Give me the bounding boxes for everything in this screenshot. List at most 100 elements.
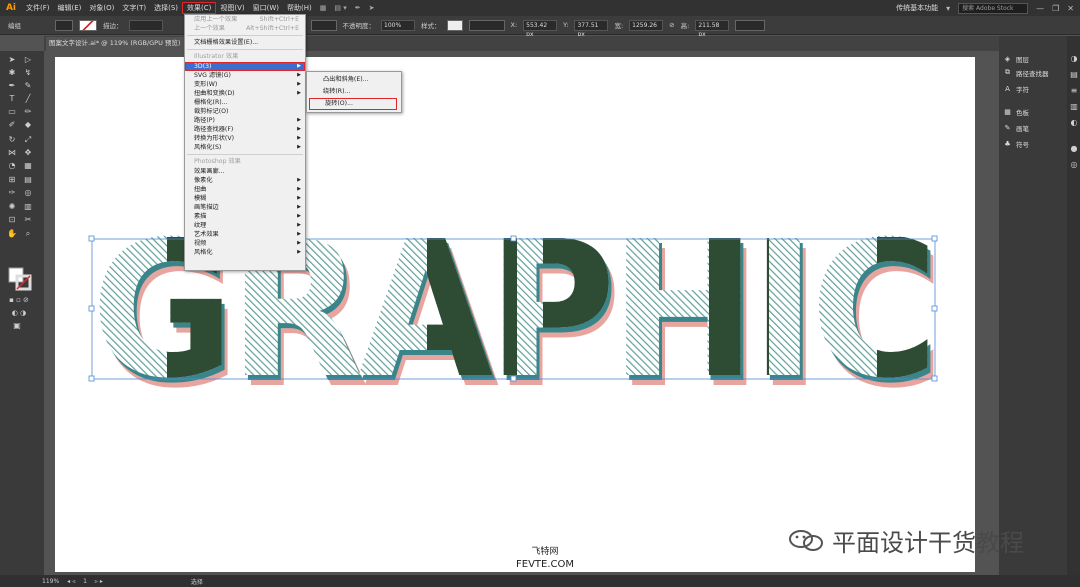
menu-item-path[interactable]: 路径(P) ▶ <box>185 116 305 125</box>
shaper-tool-icon[interactable]: ✐ <box>7 120 17 130</box>
x-field[interactable]: 553.42 px <box>523 19 558 38</box>
eraser-tool-icon[interactable]: ◆ <box>23 120 33 130</box>
type-tool-icon[interactable]: T <box>7 94 17 104</box>
appearance-panel-icon[interactable]: ● <box>1069 144 1079 154</box>
menu-item-effect-gallery[interactable]: 效果画廊... <box>185 167 305 176</box>
direct-selection-tool-icon[interactable]: ▷ <box>23 55 33 65</box>
column-graph-icon[interactable]: ▥ <box>23 202 33 212</box>
panel-symbols[interactable]: ♣ 符号 <box>1003 137 1029 150</box>
fill-swatch[interactable] <box>55 19 73 31</box>
menu-item-convert-to-shape[interactable]: 转换为形状(V) ▶ <box>185 134 305 143</box>
menu-item-brush-strokes[interactable]: 画笔描边 ▶ <box>185 203 305 212</box>
menu-effect[interactable]: 效果(C) <box>182 2 217 14</box>
stroke-width-field[interactable] <box>128 19 163 31</box>
menu-item-blur[interactable]: 模糊 ▶ <box>185 194 305 203</box>
free-transform-icon[interactable]: ✥ <box>23 148 33 158</box>
menu-item-extrude-bevel[interactable]: 凸出和斜角(E)... <box>307 74 401 86</box>
menu-item-distort-transform[interactable]: 扭曲和变换(D) ▶ <box>185 89 305 98</box>
fill-stroke-icon[interactable] <box>8 267 32 291</box>
page-number[interactable]: 1 <box>83 578 87 585</box>
link-proportions-icon[interactable]: ⊘ <box>669 21 674 29</box>
minimize-icon[interactable]: — <box>1036 4 1044 13</box>
hand-tool-icon[interactable]: ✋ <box>7 229 17 239</box>
menu-item-stylize-ps[interactable]: 风格化 ▶ <box>185 248 305 257</box>
width-field[interactable]: 1259.26 <box>629 19 664 31</box>
close-icon[interactable]: ✕ <box>1067 4 1074 13</box>
document-tab[interactable]: 图案文字设计.ai* @ 119% (RGB/GPU 预览) <box>46 37 186 51</box>
page-nav-icon[interactable]: ◂ ◃ <box>67 578 75 585</box>
y-field[interactable]: 377.51 px <box>574 19 609 38</box>
curvature-tool-icon[interactable]: ✎ <box>23 81 33 91</box>
menu-item-artistic[interactable]: 艺术效果 ▶ <box>185 230 305 239</box>
selection-tool-icon[interactable]: ➤ <box>7 55 17 65</box>
menu-edit[interactable]: 编辑(E) <box>54 3 86 13</box>
menu-help[interactable]: 帮助(H) <box>283 3 316 13</box>
menu-item-distort[interactable]: 扭曲 ▶ <box>185 185 305 194</box>
menu-item-warp[interactable]: 变形(W) ▶ <box>185 80 305 89</box>
pen-tool-icon[interactable]: ✒ <box>7 81 17 91</box>
blend-tool-icon[interactable]: ◎ <box>23 188 33 198</box>
color-mode-icon[interactable]: ▪ ▫ ⊘ <box>4 295 34 305</box>
panel-swatches[interactable]: ▦ 色板 <box>1003 105 1029 118</box>
arrange-icon[interactable]: ▤ ▾ <box>330 4 350 12</box>
panel-pathfinder[interactable]: ⧉ 路径查找器 <box>1003 66 1049 79</box>
transparency-panel-icon[interactable]: ◐ <box>1069 118 1079 128</box>
panel-brushes[interactable]: ✎ 画笔 <box>1003 121 1029 134</box>
stroke-panel-icon[interactable]: ≡ <box>1069 86 1079 96</box>
menu-item-crop-marks[interactable]: 裁剪标记(O) <box>185 107 305 116</box>
bridge-icon[interactable]: ▦ <box>316 4 331 12</box>
color-panel-icon[interactable]: ◑ <box>1069 54 1079 64</box>
menu-item-raster-settings[interactable]: 文档栅格效果设置(E)... <box>185 38 305 47</box>
menu-file[interactable]: 文件(F) <box>22 3 54 13</box>
menu-item-rasterize[interactable]: 栅格化(R)... <box>185 98 305 107</box>
width-tool-icon[interactable]: ⋈ <box>7 148 17 158</box>
menu-item-3d[interactable]: 3D(3) ▶ <box>185 62 305 71</box>
menu-item-texture[interactable]: 纹理 ▶ <box>185 221 305 230</box>
zoom-tool-icon[interactable]: ⌕ <box>23 229 33 239</box>
scale-tool-icon[interactable]: ⤢ <box>23 135 33 145</box>
eyedropper-tool-icon[interactable]: ✑ <box>7 188 17 198</box>
graphic-style-swatch[interactable] <box>446 19 463 31</box>
line-tool-icon[interactable]: ╱ <box>23 94 33 104</box>
panel-character[interactable]: A 字符 <box>1003 82 1029 95</box>
page-nav-next-icon[interactable]: ▹ ▸ <box>95 578 103 585</box>
menu-item-rotate[interactable]: 旋转(O)... <box>309 98 397 110</box>
mesh-tool-icon[interactable]: ⊞ <box>7 175 17 185</box>
menu-item-pixelate[interactable]: 像素化 ▶ <box>185 176 305 185</box>
brush-icon[interactable]: ✒ <box>351 4 365 12</box>
color-guide-icon[interactable]: ▤ <box>1069 70 1079 80</box>
maximize-icon[interactable]: ❐ <box>1052 4 1059 13</box>
lasso-tool-icon[interactable]: ↯ <box>23 68 33 78</box>
panel-layers[interactable]: ◈ 图层 <box>1003 52 1029 65</box>
rectangle-tool-icon[interactable]: ▭ <box>7 107 17 117</box>
menu-item-revolve[interactable]: 绕转(R)... <box>307 86 401 98</box>
transform-icon[interactable] <box>735 19 766 31</box>
slice-tool-icon[interactable]: ✂ <box>23 215 33 225</box>
menu-item-sketch[interactable]: 素描 ▶ <box>185 212 305 221</box>
menu-item-stylize-ai[interactable]: 风格化(S) ▶ <box>185 143 305 152</box>
menu-item-apply-last-effect[interactable]: 应用上一个效果 Shift+Ctrl+E <box>185 15 305 24</box>
send-icon[interactable]: ➤ <box>365 4 379 12</box>
menu-select[interactable]: 选择(S) <box>150 3 182 13</box>
artboard-tool-icon[interactable]: ⊡ <box>7 215 17 225</box>
chevron-down-icon[interactable]: ▾ <box>946 4 950 13</box>
gradient-tool-icon[interactable]: ▤ <box>23 175 33 185</box>
height-field[interactable]: 211.58 px <box>695 19 730 38</box>
zoom-level[interactable]: 119% <box>42 578 59 585</box>
menu-object[interactable]: 对象(O) <box>85 3 118 13</box>
rotate-tool-icon[interactable]: ↻ <box>7 135 17 145</box>
workspace-switcher[interactable]: 传统基本功能 <box>896 3 938 13</box>
stock-search-input[interactable]: 搜索 Adobe Stock <box>958 2 1029 14</box>
menu-item-pathfinder[interactable]: 路径查找器(F) ▶ <box>185 125 305 134</box>
menu-window[interactable]: 窗口(W) <box>249 3 283 13</box>
shape-builder-icon[interactable]: ◔ <box>7 161 17 171</box>
align-icon[interactable] <box>468 19 505 31</box>
gradient-panel-icon[interactable]: ▥ <box>1069 102 1079 112</box>
stroke-swatch[interactable] <box>79 19 97 31</box>
menu-type[interactable]: 文字(T) <box>118 3 150 13</box>
paintbrush-tool-icon[interactable]: ✏ <box>23 107 33 117</box>
menu-item-svg-filters[interactable]: SVG 滤镜(G) ▶ <box>185 71 305 80</box>
graphic-styles-icon[interactable]: ◎ <box>1069 160 1079 170</box>
style-preview[interactable] <box>310 19 337 31</box>
menu-view[interactable]: 视图(V) <box>216 3 248 13</box>
